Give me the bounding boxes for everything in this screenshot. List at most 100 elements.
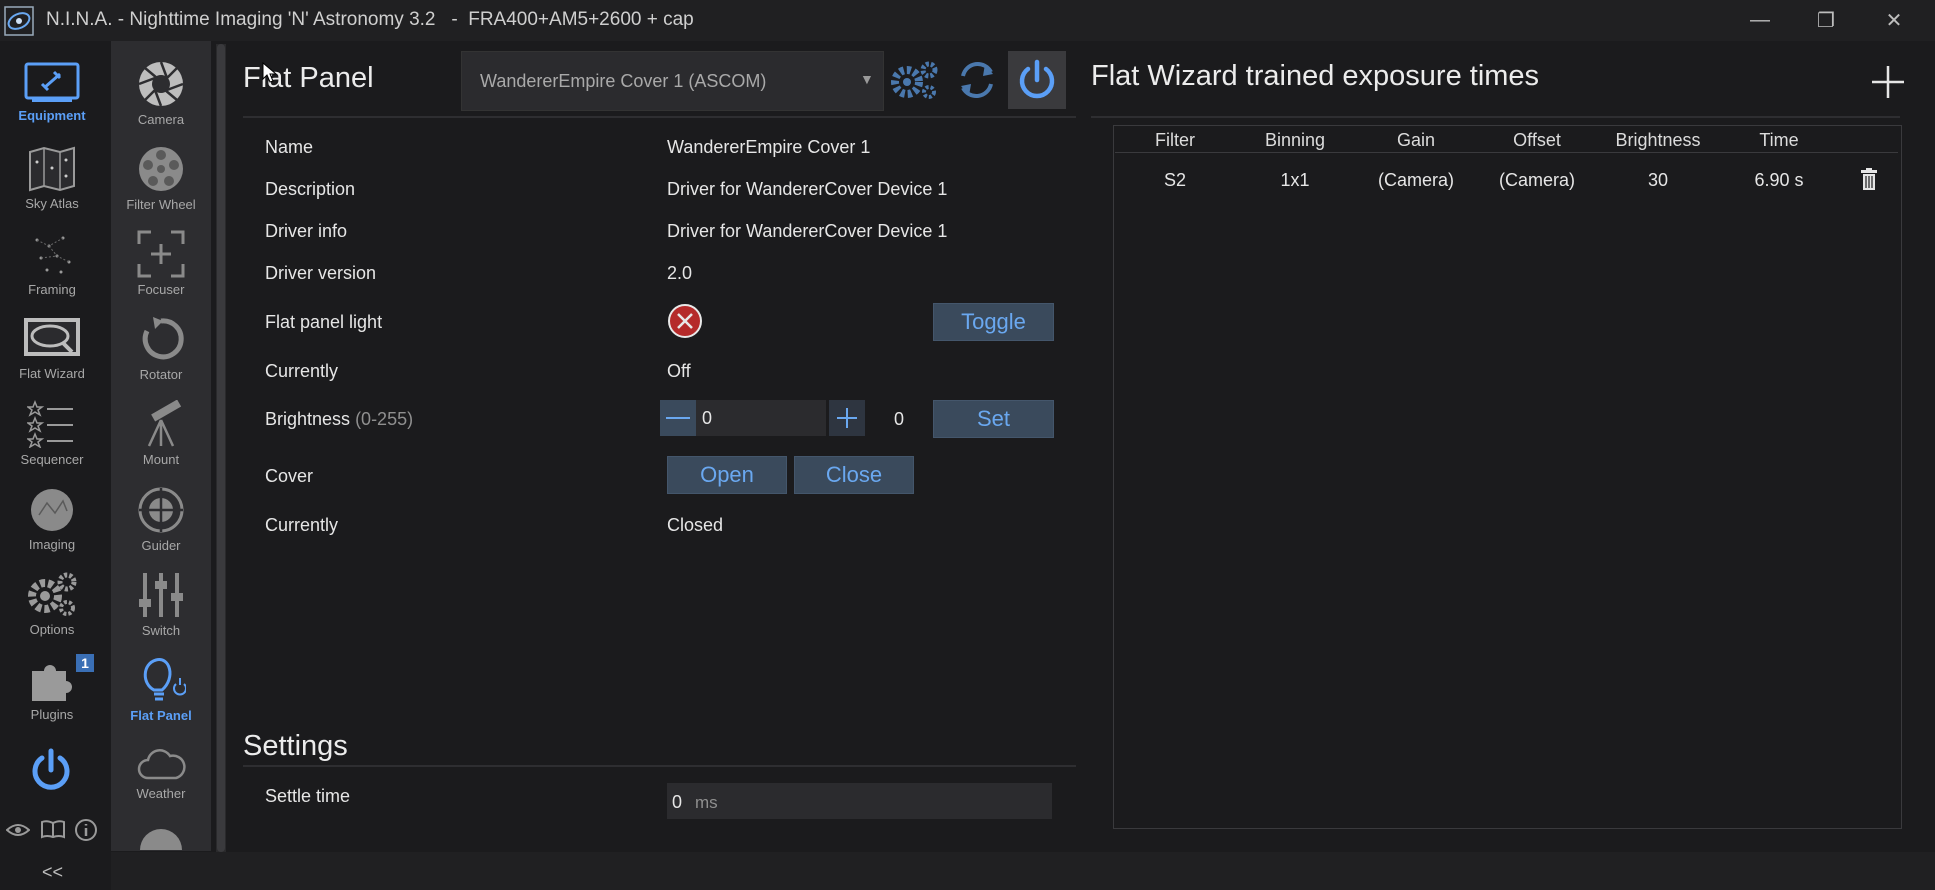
trash-icon[interactable]	[1860, 168, 1878, 190]
open-cover-button[interactable]: Open	[667, 456, 787, 494]
mount-icon	[147, 400, 182, 447]
light-state-value: Off	[667, 361, 691, 381]
info-icon[interactable]	[74, 818, 98, 842]
flat-wizard-icon	[24, 318, 80, 356]
nav-weather[interactable]: Weather	[111, 746, 211, 801]
flat-wizard-divider	[1091, 116, 1900, 118]
plus-icon	[837, 408, 857, 428]
settle-time-input[interactable]	[667, 783, 1052, 819]
column-header-filter[interactable]: Filter	[1115, 130, 1235, 151]
imaging-icon	[31, 489, 73, 531]
brightness-increment-button[interactable]	[829, 400, 865, 436]
column-header-gain[interactable]: Gain	[1356, 130, 1476, 151]
flat-panel-light-label: Flat panel light	[265, 312, 383, 332]
nav-label: Focuser	[137, 282, 185, 297]
book-icon[interactable]	[40, 819, 66, 839]
camera-icon	[138, 61, 184, 107]
light-off-icon	[668, 304, 702, 338]
cell-brightness: 30	[1647, 170, 1669, 190]
nav-rotator[interactable]: Rotator	[111, 315, 211, 382]
focuser-icon	[137, 230, 185, 278]
nav-label: Imaging	[28, 537, 76, 552]
nav-imaging[interactable]: Imaging	[2, 487, 102, 552]
refresh-icon	[961, 61, 993, 99]
driver-info-value: Driver for WandererCover Device 1	[667, 221, 948, 241]
nav-label: Sky Atlas	[25, 196, 79, 211]
cover-label: Cover	[265, 466, 314, 486]
guider-icon	[138, 487, 184, 533]
device-settings-button[interactable]	[885, 51, 943, 109]
brightness-label-text: Brightness	[265, 409, 351, 429]
set-brightness-button[interactable]: Set	[933, 400, 1054, 438]
light-currently-label: Currently	[265, 361, 339, 381]
equipment-icon	[24, 62, 80, 102]
cell-gain: (Camera)	[1377, 170, 1454, 190]
switch-icon	[139, 573, 183, 617]
connect-button[interactable]	[1008, 51, 1066, 109]
nav-switch[interactable]: Switch	[111, 571, 211, 638]
nav-camera[interactable]: Camera	[111, 60, 211, 127]
add-exposure-button[interactable]	[1870, 64, 1906, 100]
nav-label: Filter Wheel	[126, 197, 196, 212]
brightness-range: (0-255)	[355, 409, 414, 429]
nav-label: Rotator	[139, 367, 183, 382]
cell-offset: (Camera)	[1498, 170, 1575, 190]
nav-label: Mount	[142, 452, 180, 467]
nav-focuser[interactable]: Focuser	[111, 230, 211, 297]
nav-flat-panel[interactable]: Flat Panel	[111, 656, 211, 723]
nav-mount[interactable]: Mount	[111, 400, 211, 467]
settings-divider	[243, 765, 1076, 767]
chevron-down-icon: ▼	[860, 71, 874, 87]
status-bar	[111, 852, 1935, 890]
sequencer-icon	[27, 400, 73, 448]
cell-binning: 1x1	[1280, 170, 1310, 190]
cell-filter: S2	[1163, 170, 1187, 190]
close-window-button[interactable]: ✕	[1866, 5, 1922, 35]
nav-options[interactable]: Options	[2, 570, 102, 637]
collapse-nav-button[interactable]: <<	[0, 862, 105, 883]
more-equipment-icon[interactable]	[138, 828, 184, 850]
settle-time-unit: ms	[695, 793, 718, 812]
weather-icon	[137, 749, 186, 780]
nav-filter-wheel[interactable]: Filter Wheel	[111, 145, 211, 212]
nav-label: Flat Panel	[130, 708, 192, 723]
brightness-current-value: 0	[894, 409, 905, 429]
power-icon[interactable]	[28, 748, 74, 794]
options-icon	[28, 572, 77, 616]
nav-flat-wizard[interactable]: Flat Wizard	[2, 316, 102, 381]
column-header-binning[interactable]: Binning	[1235, 130, 1355, 151]
nav-sequencer[interactable]: Sequencer	[2, 400, 102, 467]
nav-equipment[interactable]: Equipment	[2, 62, 102, 123]
rescan-devices-button[interactable]	[948, 51, 1006, 109]
minus-icon	[666, 417, 690, 419]
brightness-label: Brightness (0-255)	[265, 409, 413, 430]
nav-framing[interactable]: Framing	[2, 232, 102, 297]
driver-info-label: Driver info	[265, 221, 348, 241]
framing-icon	[35, 236, 71, 274]
eye-icon[interactable]	[6, 822, 30, 838]
device-select-value: WandererEmpire Cover 1 (ASCOM)	[480, 71, 767, 91]
nav-sky-atlas[interactable]: Sky Atlas	[2, 146, 102, 211]
nav-label: Switch	[141, 623, 181, 638]
nav-scrollbar-thumb[interactable]	[217, 44, 225, 852]
nav-guider[interactable]: Guider	[111, 486, 211, 553]
flat-wizard-title: Flat Wizard trained exposure times	[1091, 60, 1540, 92]
filter-wheel-icon	[139, 147, 183, 191]
nav-label: Camera	[137, 112, 185, 127]
column-header-brightness[interactable]: Brightness	[1598, 130, 1718, 151]
minimize-button[interactable]: —	[1732, 5, 1788, 35]
toggle-light-button[interactable]: Toggle	[933, 303, 1054, 341]
app-logo-icon	[4, 6, 34, 36]
column-header-offset[interactable]: Offset	[1477, 130, 1597, 151]
section-divider	[243, 116, 1076, 118]
name-label: Name	[265, 137, 314, 157]
brightness-decrement-button[interactable]	[660, 400, 696, 436]
cell-time: 6.90 s	[1754, 170, 1804, 190]
add-icon	[1872, 66, 1904, 98]
brightness-input[interactable]: 0	[696, 400, 826, 436]
close-cover-button[interactable]: Close	[794, 456, 914, 494]
nav-label: Framing	[28, 282, 76, 297]
maximize-button[interactable]: ❐	[1798, 5, 1854, 35]
column-header-time[interactable]: Time	[1719, 130, 1839, 151]
nav-label: Sequencer	[20, 452, 84, 467]
